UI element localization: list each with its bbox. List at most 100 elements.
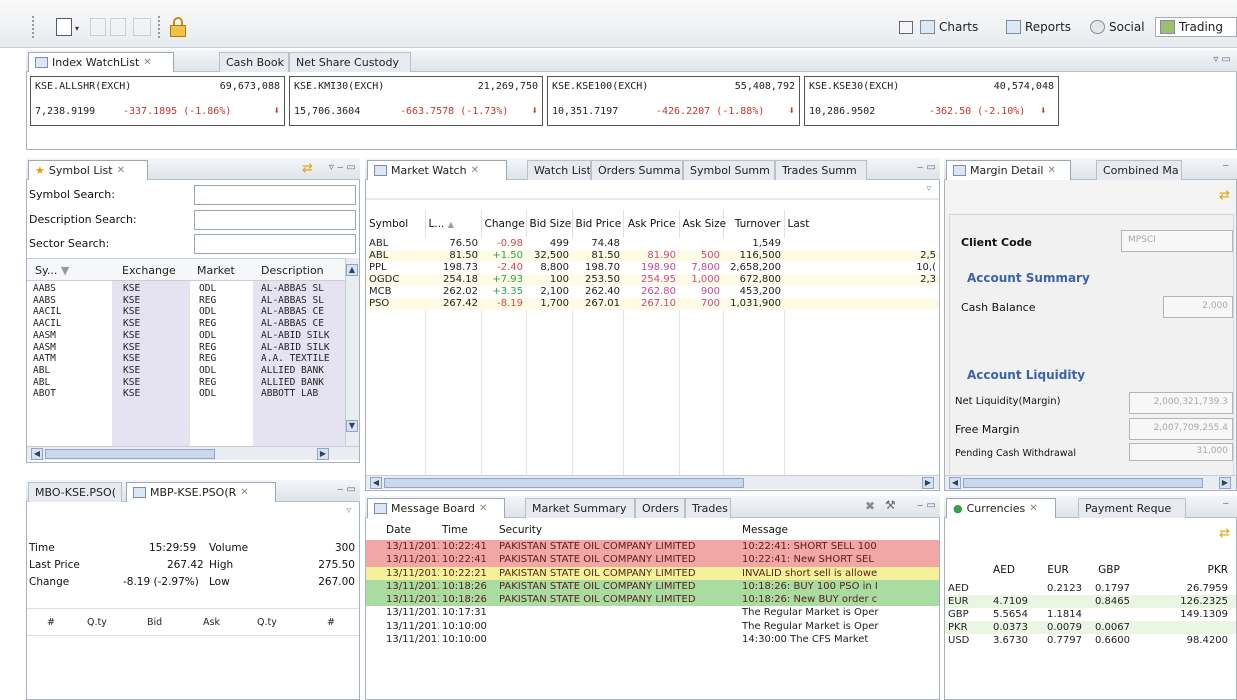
close-icon[interactable]: ✕ [240, 487, 248, 498]
tab-market-watch[interactable]: Market Watch ✕ [367, 160, 507, 180]
close-icon[interactable]: ✕ [143, 57, 151, 68]
table-row[interactable]: AACIL KSE ODL AL-ABBAS CE [29, 306, 345, 318]
column-header-ask-price[interactable]: Ask Price [623, 210, 680, 238]
tab-mbp[interactable]: MBP-KSE.PSO(R ✕ [126, 482, 276, 502]
column-header-last-qty[interactable]: Last [784, 210, 939, 238]
minimize-maximize-icon[interactable]: ‒ ▭ [917, 162, 936, 173]
index-card-kmi30[interactable]: KSE.KMI30(EXCH) 21,269,750 15,706.3604 -… [289, 76, 543, 126]
close-icon[interactable]: ✕ [471, 165, 479, 176]
tab-cash-book[interactable]: Cash Book [219, 52, 289, 72]
scroll-thumb[interactable] [45, 449, 215, 459]
minimize-icon[interactable]: ‒ [1223, 498, 1229, 509]
tab-symbol-list[interactable]: ★ Symbol List ✕ [28, 160, 148, 180]
table-row[interactable]: ABL 76.50 -0.98 499 74.48 1,549 [366, 238, 939, 250]
clear-icon[interactable]: ✖ [865, 499, 875, 513]
tab-trades[interactable]: Trades [685, 498, 731, 518]
table-row[interactable]: 13/11/2013 10:22:41 PAKISTAN STATE OIL COM… [366, 540, 939, 554]
table-row[interactable]: PKR 0.0373 0.0079 0.0067 [945, 621, 1236, 634]
sync-icon[interactable]: ⇄ [1219, 526, 1230, 541]
scroll-thumb[interactable] [963, 478, 1203, 488]
scroll-right-icon[interactable]: ▶ [1219, 477, 1231, 489]
column-header-bid-count[interactable]: # [47, 617, 55, 628]
market-watch-hscroll[interactable]: ◀ ▶ [366, 475, 939, 489]
column-header-date[interactable]: Date [366, 520, 439, 540]
close-icon[interactable]: ✕ [117, 165, 125, 176]
column-header-exchange[interactable]: Exchange [122, 264, 176, 277]
tab-orders-summary[interactable]: Orders Summa [591, 160, 683, 180]
save-icon[interactable] [90, 18, 106, 36]
tab-index-watchlist[interactable]: Index WatchList ✕ [28, 52, 174, 72]
table-row[interactable]: 13/11/2013 10:22:41 PAKISTAN STATE OIL COM… [366, 553, 939, 567]
table-row[interactable]: GBP 5.5654 1.1814 149.1309 [945, 608, 1236, 621]
column-header-symbol[interactable]: Sy... ▼ [35, 264, 69, 277]
perspective-charts[interactable]: Charts [920, 17, 978, 37]
table-row[interactable]: AED 0.2123 0.1797 26.7959 [945, 582, 1236, 595]
tab-watch-list[interactable]: Watch List [527, 160, 591, 180]
scroll-left-icon[interactable]: ◀ [370, 477, 382, 489]
tab-combined-margin[interactable]: Combined Ma [1096, 160, 1182, 180]
table-row[interactable]: USD 3.6730 0.7797 0.6600 98.4200 [945, 634, 1236, 647]
column-header-last[interactable]: L... ▲ [425, 210, 482, 238]
perspective-social[interactable]: Social [1090, 17, 1145, 37]
minimize-icon[interactable]: ‒ [1223, 160, 1229, 171]
scroll-up-icon[interactable]: ▲ [346, 264, 358, 276]
tab-message-board[interactable]: Message Board ✕ [367, 498, 505, 518]
symbol-list-vscroll[interactable]: ▲ ▼ [345, 258, 359, 446]
index-card-kse100[interactable]: KSE.KSE100(EXCH) 55,408,792 10,351.7197 … [547, 76, 800, 126]
table-row[interactable]: 13/11/2013 10:17:31 The Regular Market is … [366, 606, 939, 619]
minimize-maximize-icon[interactable]: ‒ ▭ [337, 484, 356, 495]
table-row[interactable]: AABS KSE ODL AL-ABBAS SL [29, 283, 345, 295]
column-header-time[interactable]: Time [439, 520, 491, 540]
tab-mbo[interactable]: MBO-KSE.PSO( [28, 482, 122, 502]
table-row[interactable]: ABOT KSE ODL ABBOTT LAB [29, 388, 345, 400]
column-header-change[interactable]: Change [481, 210, 527, 238]
scroll-left-icon[interactable]: ◀ [949, 477, 961, 489]
print-icon[interactable] [133, 18, 151, 36]
column-header-ask-count[interactable]: # [327, 617, 335, 628]
table-row[interactable]: MCB 262.02 +3.35 2,100 262.40 262.80 900 453,20… [366, 286, 939, 298]
column-header-message[interactable]: Message [739, 520, 939, 540]
table-row[interactable]: 13/11/2013 10:22:21 PAKISTAN STATE OIL COM… [366, 566, 939, 580]
table-row[interactable]: AASM KSE ODL AL-ABID SILK [29, 330, 345, 342]
table-row[interactable]: AABS KSE REG AL-ABBAS SL [29, 295, 345, 307]
column-header-ask-qty[interactable]: Q.ty [257, 617, 277, 628]
table-row[interactable]: 13/11/2013 10:10:00 14:30:00 The CFS Marke… [366, 633, 939, 646]
column-header-gbp[interactable]: GBP [1085, 558, 1133, 582]
column-header-bid[interactable]: Bid [147, 617, 162, 628]
column-header-turnover[interactable]: Turnover [723, 210, 785, 238]
table-row[interactable]: OGDC 254.18 +7.93 100 253.50 254.95 1,000 672,8… [366, 274, 939, 286]
table-row[interactable]: 13/11/2013 10:10:00 The Regular Market is … [366, 620, 939, 633]
close-icon[interactable]: ✕ [1047, 165, 1055, 176]
description-search-input[interactable] [194, 210, 356, 230]
column-header-pkr[interactable]: PKR [1133, 558, 1236, 582]
client-code-field[interactable]: MPSCI [1121, 230, 1233, 252]
view-menu-icon[interactable]: ▿ [346, 506, 351, 516]
column-header-symbol[interactable]: Symbol [366, 210, 426, 238]
table-row[interactable]: PSO 267.42 -8.19 1,700 267.01 267.10 700 1,031,… [366, 298, 939, 310]
column-header-ask[interactable]: Ask [203, 617, 220, 628]
column-header-bid-price[interactable]: Bid Price [572, 210, 624, 238]
new-window-icon[interactable] [56, 18, 72, 36]
column-header-bid-qty[interactable]: Q.ty [87, 617, 107, 628]
scroll-thumb[interactable] [384, 478, 744, 488]
close-icon[interactable]: ✕ [1029, 503, 1037, 514]
perspective-reports[interactable]: Reports [1006, 17, 1071, 37]
table-row[interactable]: 13/11/2013 10:18:26 PAKISTAN STATE OIL COM… [366, 593, 939, 607]
view-menu-icon[interactable]: ▿ [926, 184, 931, 194]
column-header-eur[interactable]: EUR [1031, 558, 1085, 582]
tab-orders[interactable]: Orders [635, 498, 685, 518]
sync-icon[interactable]: ⇄ [1219, 188, 1230, 203]
table-row[interactable]: 13/11/2013 10:18:26 PAKISTAN STATE OIL COM… [366, 579, 939, 594]
open-perspective-icon[interactable] [899, 21, 913, 34]
tab-margin-detail[interactable]: Margin Detail ✕ [946, 160, 1071, 180]
column-header-description[interactable]: Description [261, 264, 324, 277]
table-row[interactable]: ABL 81.50 +1.50 32,500 81.50 81.90 500 116,500 2… [366, 250, 939, 262]
symbol-list-hscroll[interactable]: ◀ ▶ [27, 446, 359, 460]
table-row[interactable]: AASM KSE REG AL-ABID SILK [29, 342, 345, 354]
minimize-maximize-icon[interactable]: ▿ ▭ [1213, 54, 1231, 65]
column-header-aed[interactable]: AED [977, 558, 1031, 582]
column-header-base[interactable] [945, 558, 977, 582]
sector-search-input[interactable] [194, 234, 356, 254]
lock-icon[interactable] [170, 17, 186, 37]
scroll-right-icon[interactable]: ▶ [317, 448, 329, 460]
